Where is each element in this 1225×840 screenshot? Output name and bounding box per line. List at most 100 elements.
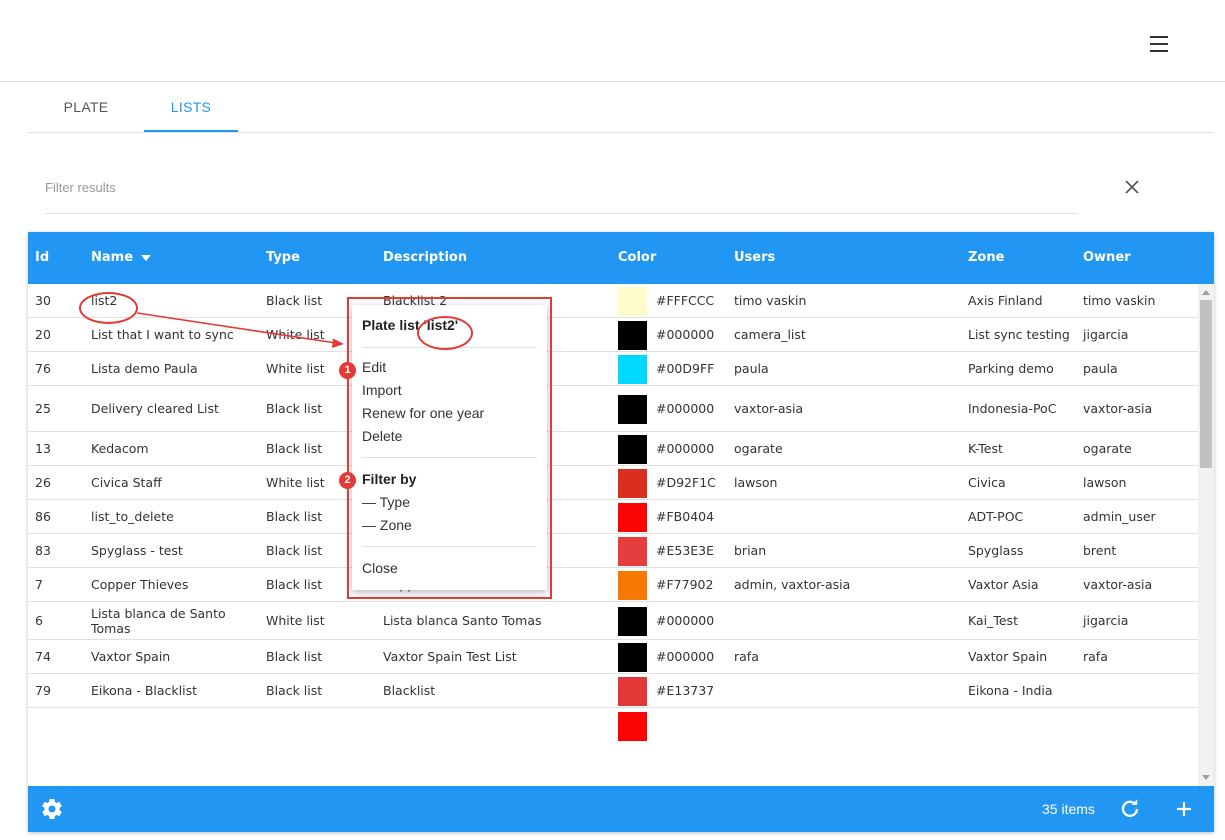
table-header: Id Name Type Description Color Users Zon…	[28, 232, 1214, 284]
menu-item-import[interactable]: Import	[362, 382, 402, 398]
menu-item-close[interactable]: Close	[362, 560, 398, 576]
menu-icon-line	[1150, 50, 1168, 52]
cell-owner: ogarate	[1083, 441, 1132, 456]
table-body: 30 list2 Black list Blacklist 2 timo vaskin A…	[28, 284, 1198, 786]
cell-zone: Vaxtor Asia	[968, 577, 1039, 592]
table-row[interactable]: 26 Civica Staff White list lawson Civica laws…	[28, 466, 1198, 500]
menu-divider	[362, 347, 537, 348]
items-count: 35 items	[1042, 801, 1095, 817]
cell-name: Eikona - Blacklist	[91, 683, 198, 698]
cell-owner: jigarcia	[1083, 327, 1129, 342]
table-row[interactable]: 25Delivery cleared ListBlack listnpleted…	[28, 386, 1198, 432]
cell-name: list2	[91, 293, 118, 308]
cell-type: Black list	[266, 649, 323, 664]
cell-color: #00D9FF	[656, 361, 715, 376]
filter-by-heading: Filter by	[362, 471, 417, 487]
cell-color: #FFFCCC	[656, 293, 715, 308]
column-header-color[interactable]: Color	[618, 232, 656, 284]
cell-id: 26	[35, 475, 51, 490]
cell-users	[734, 602, 959, 639]
plus-icon[interactable]	[1172, 797, 1196, 821]
color-swatch	[618, 286, 647, 316]
close-icon[interactable]	[1122, 177, 1142, 197]
scrollbar-thumb[interactable]	[1200, 300, 1212, 468]
filter-input[interactable]	[45, 170, 1078, 204]
table-row[interactable]: 30 list2 Black list Blacklist 2 timo vaskin A…	[28, 284, 1198, 318]
table-row[interactable]: 7Copper ThievesBlack listCopper Thieves …	[28, 568, 1198, 602]
cell-id: 13	[35, 441, 51, 456]
column-header-description[interactable]: Description	[383, 232, 467, 284]
cell-zone: Parking demo	[968, 361, 1054, 376]
menu-icon-line	[1150, 43, 1168, 45]
cell-zone: K-Test	[968, 441, 1003, 456]
context-menu-title: Plate list 'list2'	[362, 317, 459, 333]
color-swatch	[618, 434, 647, 464]
tab-plate[interactable]: PLATE	[28, 82, 144, 132]
gear-icon[interactable]	[40, 797, 64, 821]
cell-owner: vaxtor-asia	[1083, 401, 1153, 416]
menu-item-edit[interactable]: Edit	[362, 359, 386, 375]
sort-down-icon	[141, 254, 152, 261]
table-scrollbar[interactable]	[1198, 284, 1214, 786]
cell-color: #000000	[656, 441, 715, 456]
cell-color: #000000	[656, 649, 715, 664]
tab-lists[interactable]: LISTS	[144, 82, 238, 132]
table-row[interactable]: 6 Lista blanca de Santo Tomas White list Li…	[28, 602, 1198, 640]
cell-users	[734, 500, 959, 533]
cell-id: 30	[35, 293, 51, 308]
table-row[interactable]: 79 Eikona - Blacklist Black list Blacklist E…	[28, 674, 1198, 708]
cell-id: 76	[35, 361, 51, 376]
menu-icon[interactable]	[1150, 36, 1174, 56]
cell-zone: Vaxtor Spain	[968, 649, 1048, 664]
cell-name: Spyglass - test	[91, 543, 183, 558]
column-header-zone[interactable]: Zone	[968, 232, 1004, 284]
cell-zone: Kai_Test	[968, 613, 1018, 628]
cell-color: #FB0404	[656, 509, 715, 524]
color-swatch	[618, 676, 647, 706]
menu-item-renew[interactable]: Renew for one year	[362, 405, 484, 421]
cell-name: Delivery cleared List	[91, 401, 219, 416]
cell-color: #000000	[656, 401, 715, 416]
cell-type: Black list	[266, 683, 323, 698]
annotation-badge-1: 1	[339, 362, 356, 379]
refresh-icon[interactable]	[1118, 797, 1142, 821]
column-header-type[interactable]: Type	[266, 232, 300, 284]
color-swatch	[618, 394, 647, 424]
table-row[interactable]: 76 Lista demo Paula White list paula Parking…	[28, 352, 1198, 386]
table-row[interactable]: 74 Vaxtor Spain Black list Vaxtor Spain Tes…	[28, 640, 1198, 674]
column-header-users[interactable]: Users	[734, 232, 775, 284]
color-swatch	[618, 570, 647, 600]
table-row[interactable]: 83Spyglass - testBlack listTestbrianSpyg…	[28, 534, 1198, 568]
column-header-name[interactable]: Name	[91, 232, 152, 284]
tab-bar: PLATE LISTS	[28, 82, 1214, 133]
lists-table: Id Name Type Description Color Users Zon…	[28, 232, 1214, 832]
menu-item-delete[interactable]: Delete	[362, 428, 402, 444]
cell-color: #000000	[656, 327, 715, 342]
cell-name: Civica Staff	[91, 475, 162, 490]
cell-color: #000000	[656, 613, 715, 628]
menu-item-filter-zone[interactable]: — Zone	[362, 517, 412, 533]
table-row[interactable]: 20 List that I want to sync White list came…	[28, 318, 1198, 352]
cell-users: camera_list	[734, 327, 806, 342]
column-header-owner[interactable]: Owner	[1083, 232, 1131, 284]
menu-divider	[362, 457, 537, 458]
menu-item-filter-type[interactable]: — Type	[362, 494, 410, 510]
menu-icon-line	[1150, 36, 1168, 38]
cell-owner: brent	[1083, 543, 1117, 558]
cell-zone: List sync testing	[968, 327, 1070, 342]
color-swatch	[618, 606, 647, 636]
cell-owner: vaxtor-asia	[1083, 577, 1153, 592]
cell-name: List that I want to sync	[91, 327, 234, 342]
table-row[interactable]: 86 list_to_delete Black list ADT-POC admin_u…	[28, 500, 1198, 534]
scroll-down-arrow-icon[interactable]	[1202, 775, 1210, 780]
cell-description: Lista blanca Santo Tomas	[383, 613, 542, 628]
cell-description: Vaxtor Spain Test List	[383, 649, 517, 664]
filter-field	[45, 170, 1078, 214]
cell-id: 83	[35, 543, 51, 558]
column-header-id[interactable]: Id	[35, 232, 49, 284]
cell-zone: Indonesia-PoC	[968, 401, 1057, 416]
cell-owner: timo vaskin	[1083, 293, 1156, 308]
scroll-up-arrow-icon[interactable]	[1202, 290, 1210, 295]
cell-owner: paula	[1083, 361, 1118, 376]
table-row[interactable]: 13 Kedacom Black list ogarate K-Test ogarate #…	[28, 432, 1198, 466]
